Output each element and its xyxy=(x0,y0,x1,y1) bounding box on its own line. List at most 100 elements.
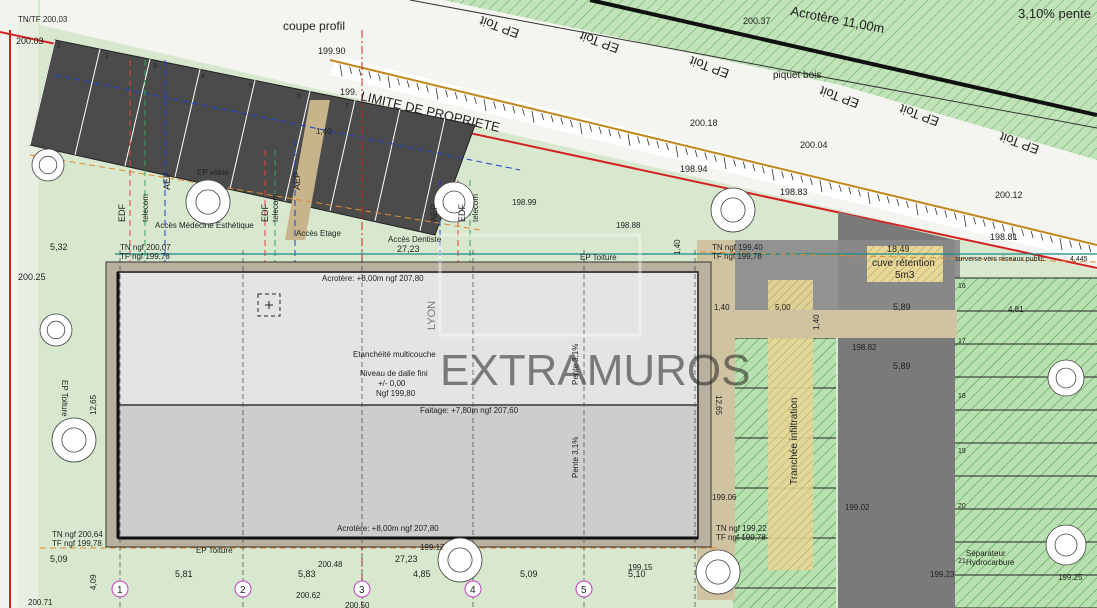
label-dim-27-23-bottom: 27,23 xyxy=(395,554,418,564)
label-tn-ngf-200-07: TN ngf 200,07 xyxy=(120,243,171,252)
tree-icon xyxy=(185,179,231,225)
tree-icon xyxy=(51,417,97,463)
label-edf-1: EDF xyxy=(117,203,127,222)
label-hydrocarbure: Hydrocarbure xyxy=(966,558,1015,567)
label-lvl-199-90: 199.90 xyxy=(318,46,346,56)
label-edf-2: EDF xyxy=(260,203,270,222)
axis-label: 4 xyxy=(470,585,476,596)
label-lvl-200-37: 200.37 xyxy=(743,16,771,26)
label-lvl-200-04: 200.04 xyxy=(800,140,828,150)
tree-icon xyxy=(39,313,73,347)
label-lvl-198-82: 198.82 xyxy=(852,343,877,352)
slot-number: 3 xyxy=(153,63,157,70)
watermark: EXTRAMUROS xyxy=(440,346,750,395)
label-dim-5-09-a: 5,09 xyxy=(50,554,68,564)
label-ep-voirie: EP voirie xyxy=(197,168,229,177)
tree-icon xyxy=(1045,524,1087,566)
label-coupe-profil: coupe profil xyxy=(283,19,345,33)
slot-number: 2 xyxy=(105,53,109,60)
label-tf-ngf-199-78-a: TF ngf 199,78 xyxy=(120,252,170,261)
label-dim-12-65-right: 12,65 xyxy=(714,395,723,416)
label-tf-ngf-199-78-d: TF ngf 199,78 xyxy=(716,533,766,542)
label-dim-4-85: 4,85 xyxy=(413,569,431,579)
label-aep-2: AEP xyxy=(292,172,302,190)
site-plan: EXTRAMUROS LYON 1 2 3 4 5 TN/TF 200,03 200.03 c… xyxy=(0,0,1097,608)
label-telecom-2: telecom xyxy=(271,194,280,222)
label-aep-1: AEP xyxy=(162,172,172,190)
label-telecom-3: telecom xyxy=(471,194,480,222)
label-lvl-199-06: 199.06 xyxy=(712,493,737,502)
tree-icon xyxy=(710,187,756,233)
roof-lower xyxy=(117,404,699,539)
axis-label: 2 xyxy=(240,585,246,596)
label-dim-1-40-c: 1,40 xyxy=(812,314,821,330)
label-acrotere-8-bottom: Acrotère: +8,00m ngf 207,80 xyxy=(337,524,439,533)
label-lvl-200-25: 200.25 xyxy=(18,272,46,282)
tree-icon xyxy=(437,537,483,583)
label-tn-ngf-199-22: TN ngf 199,22 xyxy=(716,524,767,533)
label-ep-toiture-bottom: EP Toiture xyxy=(196,546,233,555)
label-tranchee: Tranchée infiltration xyxy=(789,398,800,485)
label-lvl-199-15: 199.15 xyxy=(628,563,653,572)
tree-icon xyxy=(1047,359,1085,397)
bay-number: 20 xyxy=(958,503,966,510)
label-etancheite: Etanchéité multicouche xyxy=(353,350,436,359)
label-acrotere-8-top: Acrotère: +8,00m ngf 207,80 xyxy=(322,274,424,283)
label-faitage: Faitage: +7,80m ngf 207,60 xyxy=(420,406,519,415)
label-dim-5-09-b: 5,09 xyxy=(520,569,538,579)
label-dim-5-89-b: 5,89 xyxy=(893,361,911,371)
label-dim-27-23-top: 27,23 xyxy=(397,244,420,254)
tree-icon xyxy=(433,181,475,223)
label-lvl-200-62: 200.62 xyxy=(296,591,321,600)
label-lvl-198-88: 198.88 xyxy=(616,221,641,230)
label-lvl-200-12: 200.12 xyxy=(995,190,1023,200)
slot-number: 4 xyxy=(201,73,205,80)
slot-number: 1 xyxy=(57,43,61,50)
axis-label: 1 xyxy=(117,585,123,596)
label-dim-4-81: 4,81 xyxy=(1008,305,1024,314)
label-lvl-199-17: 199.17 xyxy=(420,543,445,552)
label-aep-3: AEP xyxy=(429,204,439,222)
label-acces-etage: Accès Etage xyxy=(296,229,341,238)
label-lvl-198-99: 198.99 xyxy=(512,198,537,207)
label-telecom-1: telecom xyxy=(141,194,150,222)
label-piquet-bois: piquet bois xyxy=(773,70,821,81)
label-tn-top-left: TN/TF 200,03 xyxy=(18,15,68,24)
tree-icon xyxy=(695,549,741,595)
label-tf-ngf-199-78-b: TF ngf 199,78 xyxy=(712,252,762,261)
tree-icon xyxy=(31,148,65,182)
bay-number: 16 xyxy=(958,283,966,290)
bay-number: 18 xyxy=(958,393,966,400)
bay-number: 17 xyxy=(958,338,966,345)
slot-number: 7 xyxy=(345,103,349,110)
label-dim-4-09: 4,09 xyxy=(89,574,98,590)
label-acces-medecine: Accès Médecine Esthétique xyxy=(155,221,254,230)
label-lvl-200-50: 200.50 xyxy=(345,601,370,608)
axis-label: 3 xyxy=(359,585,365,596)
label-lvl-198-81: 198.81 xyxy=(990,232,1018,242)
label-acces-dentiste: Accès Dentiste xyxy=(388,235,442,244)
label-lvl-200-71: 200.71 xyxy=(28,598,53,607)
label-separateur: Séparateur xyxy=(966,549,1006,558)
label-ep-toiture-left: EP Toiture xyxy=(60,380,69,417)
label-lvl-200-48: 200.48 xyxy=(318,560,343,569)
slot-number: 5 xyxy=(249,83,253,90)
label-edf-3: EDF xyxy=(457,203,467,222)
label-dim-5-00: 5,00 xyxy=(775,303,791,312)
label-dim-5-81: 5,81 xyxy=(175,569,193,579)
bay-number: 19 xyxy=(958,448,966,455)
label-lvl-198-94: 198.94 xyxy=(680,164,708,174)
label-pente-1: Pente 3,1% xyxy=(571,344,580,385)
watermark-small: LYON xyxy=(426,301,438,330)
label-dim-5-83: 5,83 xyxy=(298,569,316,579)
label-lvl-200-03: 200.03 xyxy=(16,36,44,46)
label-lvl-200-18: 200.18 xyxy=(690,118,718,128)
label-cuve-retention: cuve rétention xyxy=(872,258,935,269)
label-lvl-4-445: 4,445 xyxy=(1070,256,1088,263)
label-cuve-volume: 5m3 xyxy=(895,270,915,281)
label-pente-top: 3,10% pente xyxy=(1018,6,1091,21)
label-surverse: surverse vers réseaux public xyxy=(955,256,1045,263)
label-dalle-zero: +/- 0,00 xyxy=(378,379,406,388)
label-lvl-199-xx: 199. xyxy=(340,87,358,97)
label-lvl-198-83: 198.83 xyxy=(780,187,808,197)
